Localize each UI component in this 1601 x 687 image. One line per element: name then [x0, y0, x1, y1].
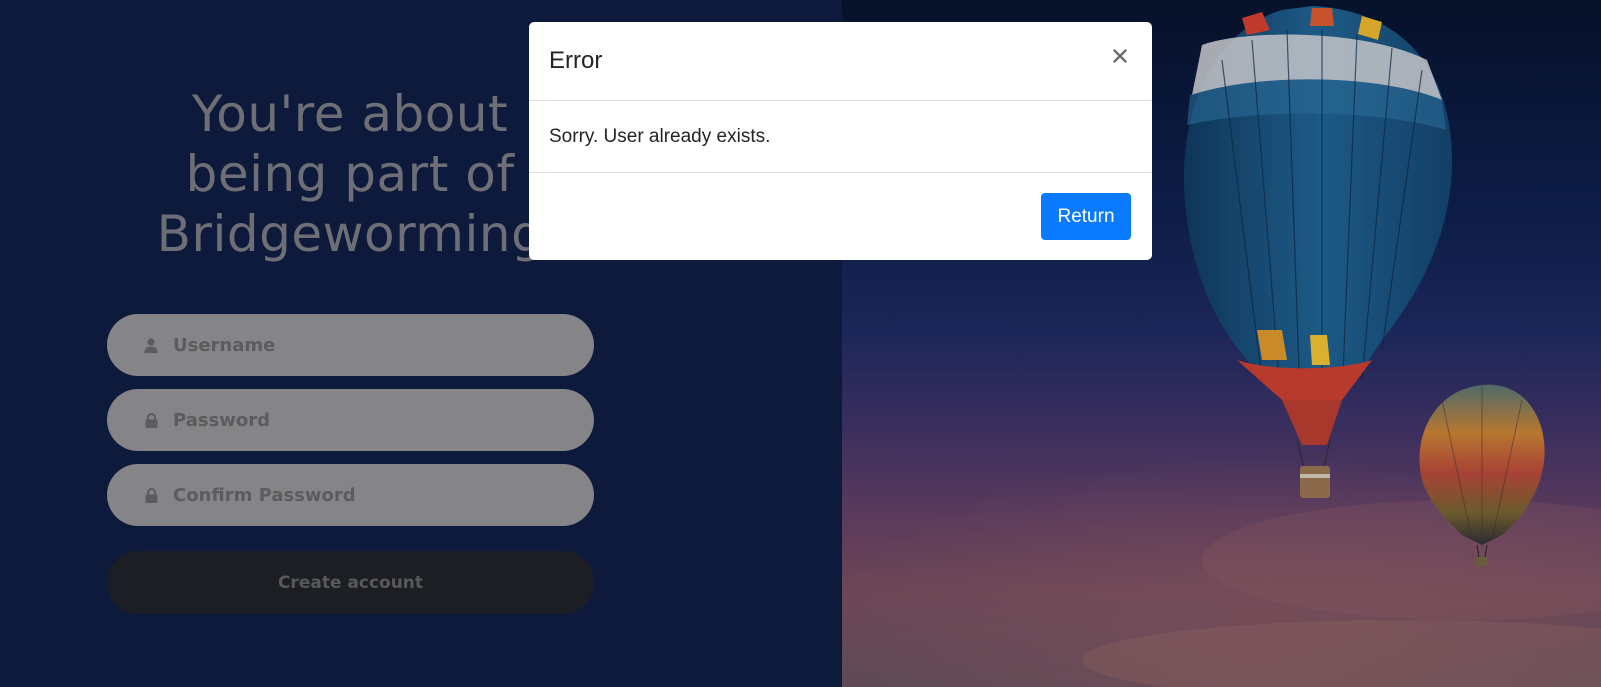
error-message: Sorry. User already exists. — [549, 126, 771, 147]
dialog-header: Error — [529, 22, 1152, 101]
error-dialog: Error Sorry. User already exists. Return — [529, 22, 1152, 260]
dialog-title: Error — [549, 47, 603, 74]
signup-page: You're about being part of Bridgeworming… — [0, 0, 1601, 687]
dialog-body: Sorry. User already exists. — [529, 101, 1152, 173]
dialog-footer: Return — [529, 173, 1152, 260]
return-button[interactable]: Return — [1041, 193, 1131, 240]
close-icon[interactable] — [1108, 44, 1132, 68]
